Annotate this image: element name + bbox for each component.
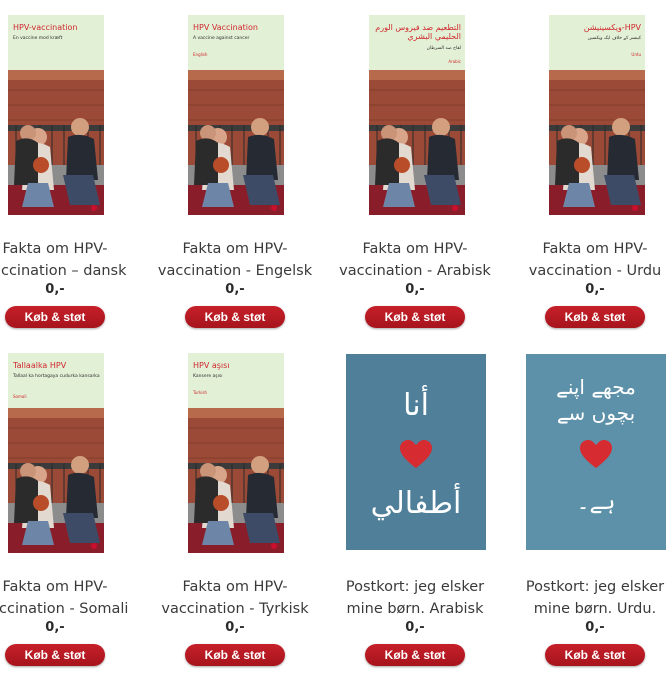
cover-title: HPV-ویکسینیشن <box>583 23 641 32</box>
cover-title: HPV-vaccination <box>13 23 78 32</box>
cover-language: Turkish <box>193 390 208 395</box>
brochure-photo <box>8 408 104 553</box>
cover-subtitle: En vaccine mod kræft <box>13 36 63 41</box>
product-title[interactable]: Postkort: jeg elsker mine børn. Arabisk <box>320 576 510 620</box>
buy-support-button[interactable]: Køb & støt <box>545 306 645 328</box>
product-image[interactable]: HPV-ویکسینیشن کینسر کے خلاف ایک ویکسین U… <box>549 15 645 215</box>
buy-support-button[interactable]: Køb & støt <box>185 306 285 328</box>
cover-language: English <box>193 52 208 57</box>
product-price: 0,- <box>405 282 425 297</box>
postcard-image[interactable]: أنا أطفالي <box>346 354 486 550</box>
brochure-photo <box>188 70 284 215</box>
cover-title: التطعيم ضد فيروس الورم الحليمي البشري <box>375 23 461 41</box>
brochure-photo <box>369 70 465 215</box>
buy-support-button[interactable]: Køb & støt <box>185 644 285 666</box>
cover-language: Arabic <box>448 59 461 64</box>
product-title[interactable]: Fakta om HPV-vaccination - Engelsk <box>140 238 330 282</box>
product-image[interactable]: Tallaalka HPV Tallaal ka hortagaya cudur… <box>8 353 104 553</box>
postcard-text-bottom: ہے۔ <box>576 490 616 515</box>
buy-support-button[interactable]: Køb & støt <box>545 644 645 666</box>
cover-language: Somali <box>13 394 27 399</box>
product-image[interactable]: التطعيم ضد فيروس الورم الحليمي البشري لق… <box>369 15 465 215</box>
brochure-photo <box>8 70 104 215</box>
buy-support-button[interactable]: Køb & støt <box>5 644 105 666</box>
brochure-photo <box>549 70 645 215</box>
product-price: 0,- <box>45 620 65 635</box>
cover-title: HPV aşısı <box>193 361 230 370</box>
cover-title: HPV Vaccination <box>193 23 258 32</box>
cover-subtitle: کینسر کے خلاف ایک ویکسین <box>587 36 641 41</box>
heart-icon <box>400 440 432 468</box>
product-image[interactable]: HPV aşısı Kansere aşısı Turkish <box>188 353 284 553</box>
product-image[interactable]: HPV-vaccination En vaccine mod kræft <box>8 15 104 215</box>
product-image[interactable]: HPV Vaccination A vaccine against cancer… <box>188 15 284 215</box>
cover-subtitle: Kansere aşısı <box>193 374 223 379</box>
product-price: 0,- <box>585 282 605 297</box>
product-price: 0,- <box>225 282 245 297</box>
postcard-text-top: أنا <box>403 388 429 423</box>
brochure-photo <box>188 408 284 553</box>
cover-language: Urdu <box>631 52 641 57</box>
product-title[interactable]: Fakta om HPV-vaccination - Arabisk <box>320 238 510 282</box>
heart-icon <box>580 440 612 468</box>
product-price: 0,- <box>585 620 605 635</box>
product-title[interactable]: Fakta om HPV-vaccination - Urdu <box>500 238 670 282</box>
product-price: 0,- <box>45 282 65 297</box>
buy-support-button[interactable]: Køb & støt <box>365 306 465 328</box>
product-title[interactable]: Fakta om HPV-vaccination - Tyrkisk <box>140 576 330 620</box>
buy-support-button[interactable]: Køb & støt <box>5 306 105 328</box>
cover-title: Tallaalka HPV <box>13 361 67 370</box>
product-price: 0,- <box>405 620 425 635</box>
cover-subtitle: Tallaal ka hortagaya cudurka kansarka <box>13 374 100 379</box>
buy-support-button[interactable]: Køb & støt <box>365 644 465 666</box>
postcard-text-top: مجھے اپنے بچوں سے <box>556 375 636 425</box>
cover-subtitle: A vaccine against cancer <box>193 36 250 41</box>
postcard-image[interactable]: مجھے اپنے بچوں سے ہے۔ <box>526 354 666 550</box>
cover-subtitle: لقاح ضد السرطان <box>426 46 461 51</box>
product-title[interactable]: Fakta om HPV-vaccination - Somali <box>0 576 150 620</box>
postcard-text-bottom: أطفالي <box>370 486 462 521</box>
product-title[interactable]: Postkort: jeg elsker mine børn. Urdu. <box>500 576 670 620</box>
product-price: 0,- <box>225 620 245 635</box>
product-title[interactable]: Fakta om HPV-vaccination – dansk <box>0 238 150 282</box>
